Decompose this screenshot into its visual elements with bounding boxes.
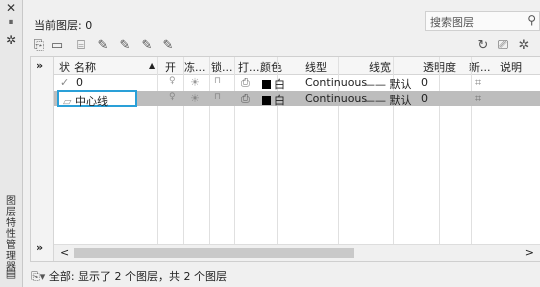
layer-name-input-value[interactable]: ▱ 中心线	[63, 93, 108, 109]
lock-icon[interactable]: ⊓	[214, 92, 221, 102]
linetype-cell[interactable]: Continuous	[305, 92, 367, 105]
color-cell[interactable]: 白	[262, 76, 285, 92]
on-bulb-icon[interactable]: ♀	[169, 92, 176, 102]
new-vp-freeze-icon[interactable]: ⌗	[475, 76, 481, 90]
close-icon[interactable]: ✕	[4, 2, 18, 14]
lineweight-cell[interactable]: —— 默认	[364, 76, 412, 92]
color-name: 白	[274, 94, 285, 107]
layer-name-edit-field[interactable]: ▱ 中心线	[57, 90, 137, 109]
refresh-icon[interactable]: ↻	[475, 38, 491, 54]
new-property-filter-icon[interactable]: ⎘	[31, 38, 47, 54]
expand-tree-button-bottom[interactable]: »	[36, 241, 43, 254]
search-icon[interactable]: ⚲	[527, 13, 536, 27]
palette-title: 图层特性管理器	[6, 196, 16, 273]
col-linetype[interactable]: 线型	[305, 59, 327, 75]
col-new-vp-freeze[interactable]: 新...	[469, 59, 491, 75]
search-input[interactable]: 搜索图层 ⚲	[425, 11, 540, 31]
col-name[interactable]: 名称	[74, 59, 96, 75]
lock-icon[interactable]: ⊓	[214, 76, 221, 86]
layer-name[interactable]: 0	[76, 76, 83, 89]
col-lock[interactable]: 锁...	[211, 59, 233, 75]
column-header: 状 名称 ▲ 开 冻... 锁... 打... 颜色 线型 线宽 透明度 新..…	[54, 57, 540, 75]
expand-tree-button[interactable]: »	[36, 59, 43, 72]
search-placeholder: 搜索图层	[430, 16, 474, 29]
status-text: 全部: 显示了 2 个图层，共 2 个图层	[48, 270, 228, 283]
delete-layer-icon[interactable]: ✎	[139, 38, 155, 54]
side-bar: ✕ ⏸ ✲ 图层特性管理器 ▤	[0, 0, 23, 287]
layer-icon: ▤	[5, 267, 17, 280]
col-on[interactable]: 开	[165, 59, 176, 75]
col-plot[interactable]: 打...	[238, 59, 260, 75]
current-layer-label: 当前图层: 0	[34, 19, 93, 32]
table-row[interactable]: ✓ 0 ♀ ☀ ⊓ ⎙ 白 Continuous —— 默认 0 ⌗	[54, 75, 540, 92]
new-layer-vp-frozen-icon[interactable]: ✎	[117, 38, 133, 54]
layer-status-icon: ▱	[63, 95, 72, 108]
plot-icon[interactable]: ⎙	[241, 92, 250, 106]
col-description[interactable]: 说明	[500, 59, 522, 75]
new-vp-freeze-icon[interactable]: ⌗	[475, 92, 481, 106]
settings-icon[interactable]: ⎚	[495, 38, 511, 54]
current-check-icon: ✓	[60, 76, 70, 89]
edited-layer-name: 中心线	[74, 95, 108, 108]
horizontal-scrollbar[interactable]: < >	[54, 244, 540, 261]
transparency-cell[interactable]: 0	[421, 76, 428, 89]
color-cell[interactable]: 白	[262, 92, 285, 108]
lineweight-cell[interactable]: —— 默认	[364, 92, 412, 108]
col-freeze[interactable]: 冻...	[184, 59, 206, 75]
scroll-thumb[interactable]	[74, 248, 354, 258]
sort-arrow-icon: ▲	[149, 61, 156, 70]
col-status[interactable]: 状	[59, 59, 70, 75]
set-current-icon[interactable]: ✎	[160, 38, 176, 54]
col-color[interactable]: 颜色	[260, 59, 282, 75]
scroll-right-button[interactable]: >	[525, 246, 534, 259]
scroll-left-button[interactable]: <	[60, 246, 69, 259]
layer-states-manager-icon[interactable]: ⌸	[73, 38, 89, 54]
linetype-cell[interactable]: Continuous	[305, 76, 367, 89]
pin-icon[interactable]: ⏸	[4, 17, 18, 29]
properties-icon[interactable]: ✲	[4, 34, 18, 46]
col-lineweight[interactable]: 线宽	[369, 59, 391, 75]
on-bulb-icon[interactable]: ♀	[169, 76, 176, 86]
layer-list: » » 状 名称 ▲ 开 冻... 锁... 打... 颜色 线型 线宽 透明度…	[30, 56, 540, 262]
new-group-filter-icon[interactable]: ▭	[49, 38, 65, 54]
freeze-sun-icon[interactable]: ☀	[190, 76, 200, 89]
freeze-sun-icon[interactable]: ☀	[190, 92, 200, 105]
new-layer-icon[interactable]: ✎	[95, 38, 111, 54]
status-bar: ⎘▾ 全部: 显示了 2 个图层，共 2 个图层	[31, 268, 227, 284]
transparency-cell[interactable]: 0	[421, 92, 428, 105]
gear-icon[interactable]: ✲	[516, 38, 532, 54]
filter-icon[interactable]: ⎘▾	[31, 270, 45, 283]
color-name: 白	[274, 78, 285, 91]
plot-icon[interactable]: ⎙	[241, 76, 250, 90]
filter-tree: » »	[31, 57, 54, 261]
